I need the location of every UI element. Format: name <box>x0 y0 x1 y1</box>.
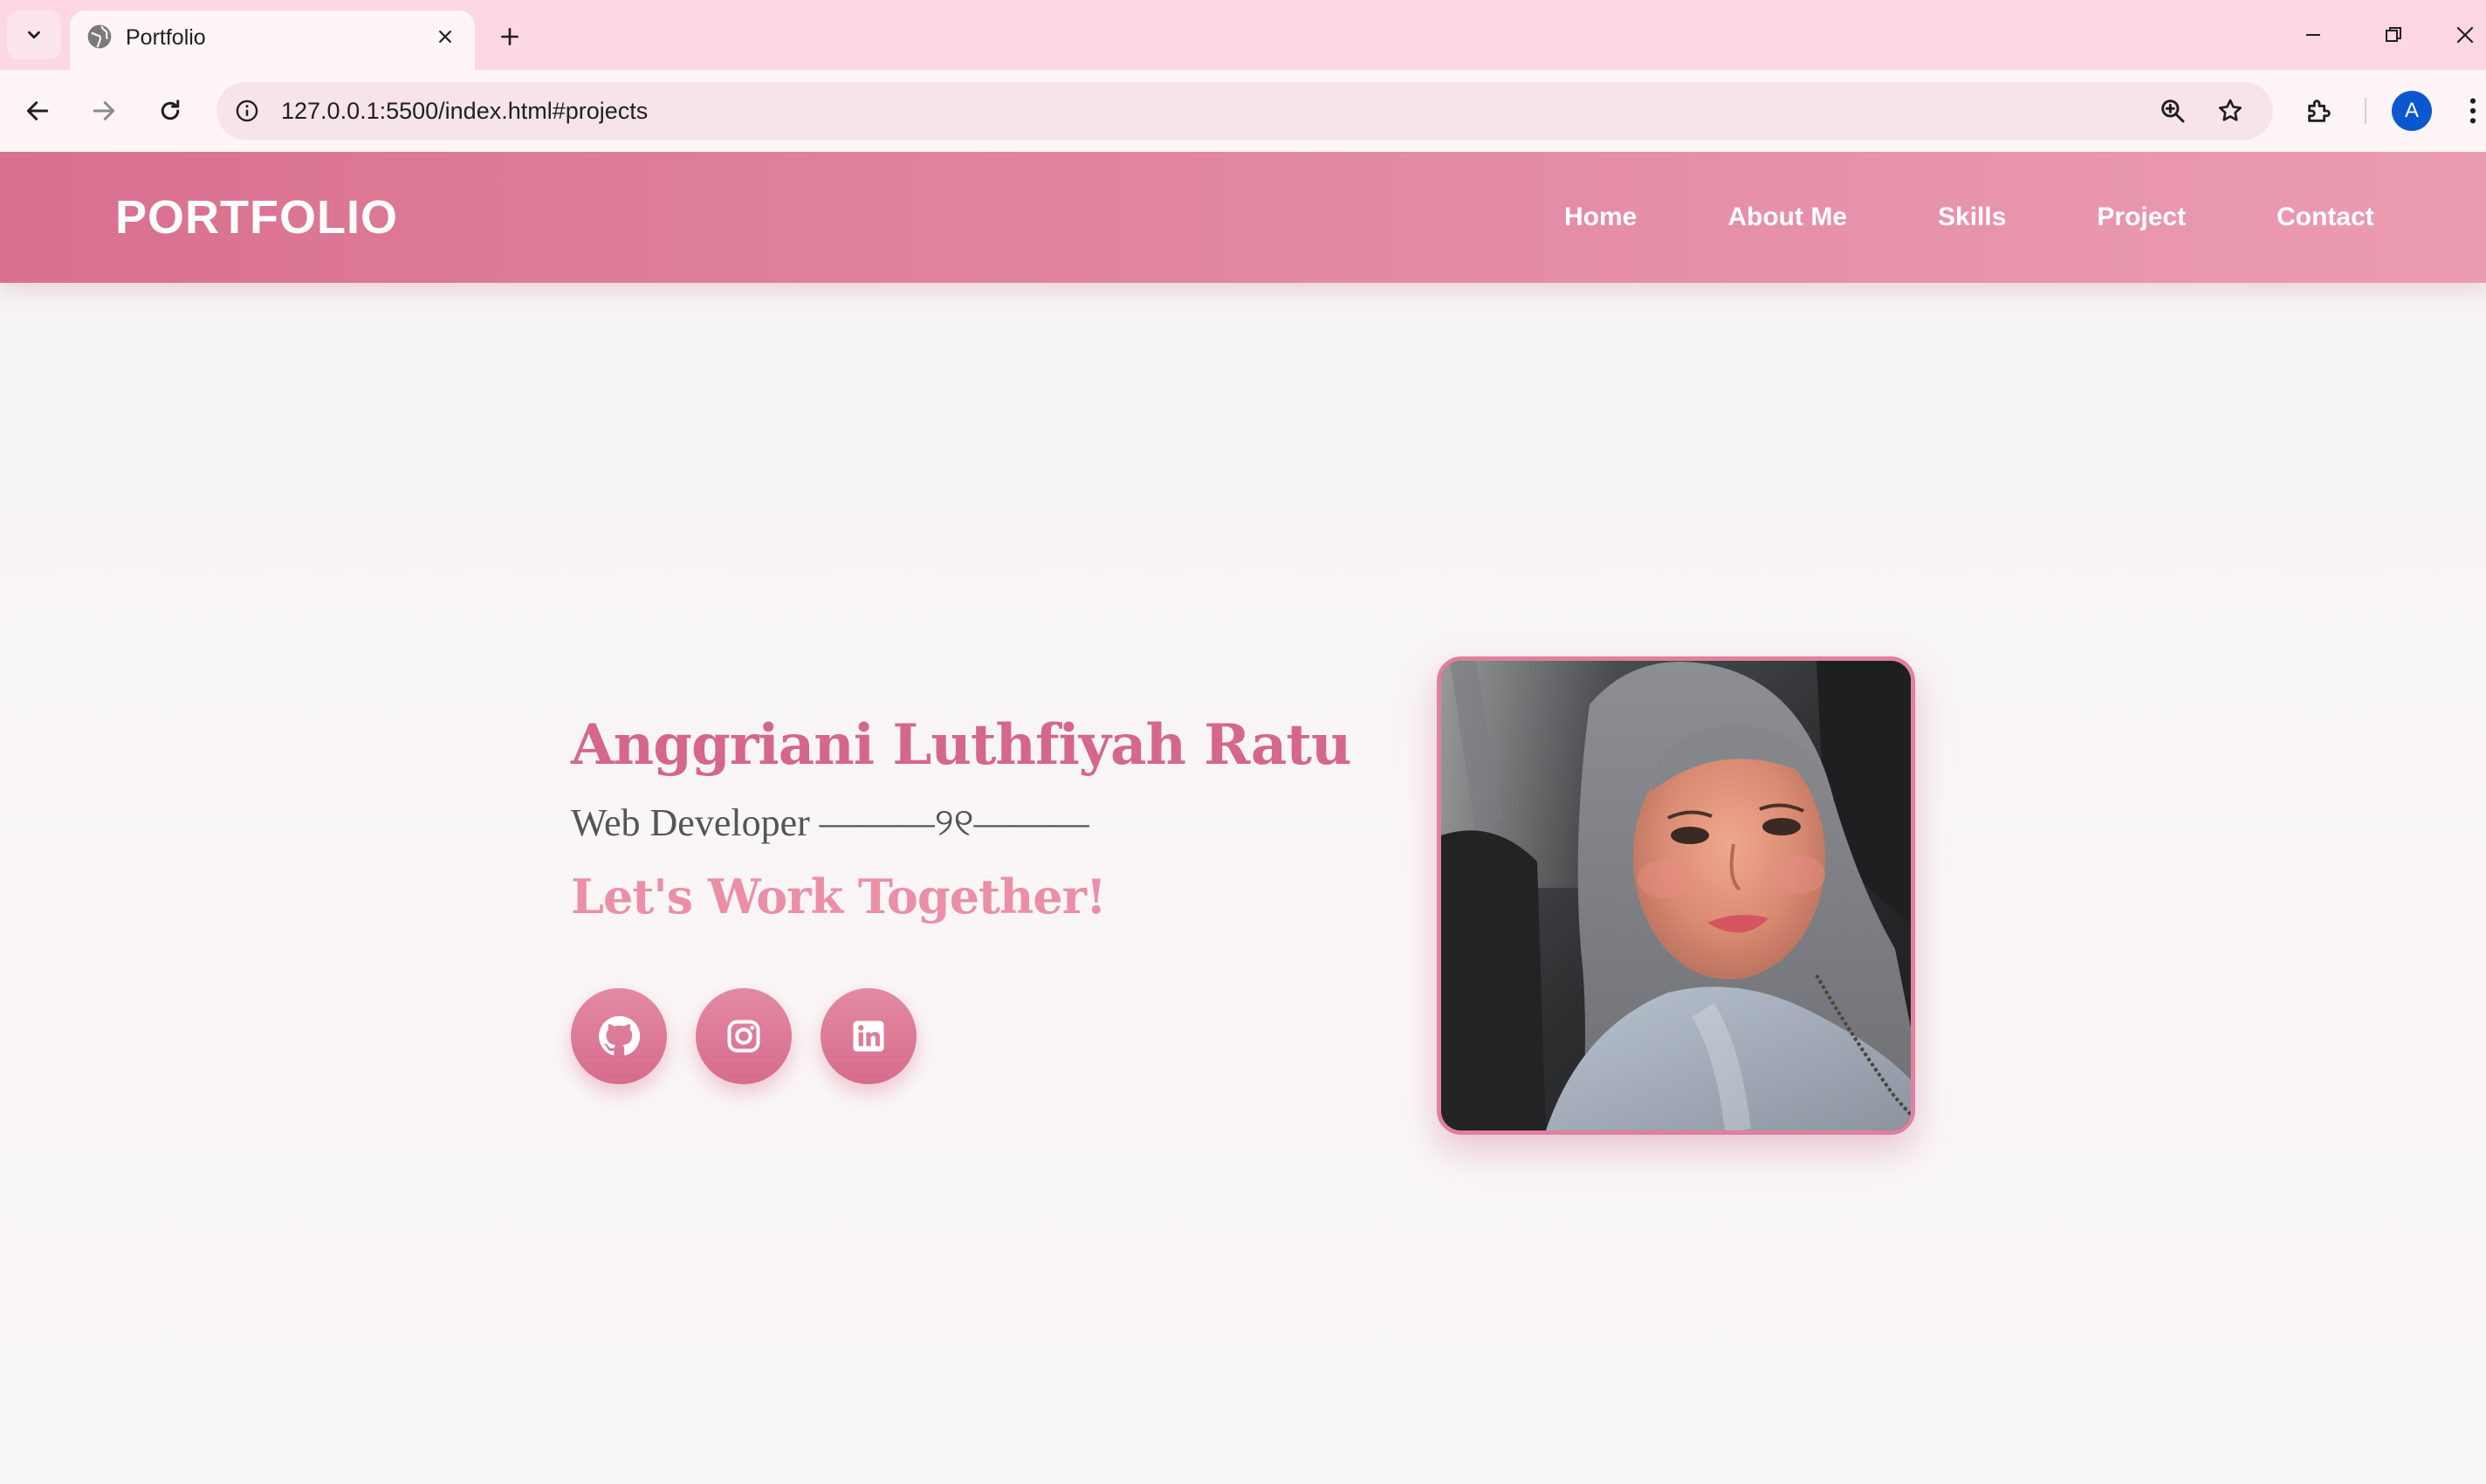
tab-search-button[interactable] <box>7 10 61 59</box>
site-header: PORTFOLIO Home About Me Skills Project C… <box>0 152 2486 283</box>
new-tab-button[interactable] <box>489 16 531 58</box>
linkedin-link[interactable] <box>821 988 917 1084</box>
nav-project[interactable]: Project <box>2051 196 2231 239</box>
browser-toolbar: 127.0.0.1:5500/index.html#projects A <box>0 70 2486 152</box>
bookmark-button[interactable] <box>2214 94 2247 127</box>
forward-button[interactable] <box>82 89 126 133</box>
puzzle-icon <box>2308 100 2331 122</box>
profile-photo <box>1437 656 1915 1135</box>
site-logo[interactable]: PORTFOLIO <box>115 190 398 244</box>
hero-name: Anggriani Luthfiyah Ratu <box>571 712 1351 778</box>
arrow-right-icon <box>93 101 115 120</box>
social-links <box>571 988 945 1084</box>
tab-title: Portfolio <box>126 25 206 50</box>
minimize-icon <box>2306 34 2320 36</box>
star-icon <box>2218 99 2242 121</box>
plus-icon <box>501 28 518 45</box>
site-info-button[interactable] <box>232 96 262 126</box>
chevron-down-icon <box>28 31 40 39</box>
nav-contact[interactable]: Contact <box>2231 196 2420 239</box>
back-button[interactable] <box>16 89 59 133</box>
profile-avatar[interactable]: A <box>2392 91 2432 131</box>
info-icon <box>236 100 258 122</box>
linkedin-icon <box>853 1020 884 1052</box>
restore-icon <box>2386 27 2401 42</box>
reload-button[interactable] <box>148 89 192 133</box>
instagram-link[interactable] <box>696 988 792 1084</box>
browser-tab-strip: Portfolio <box>0 0 2486 70</box>
github-link[interactable] <box>571 988 667 1084</box>
browser-menu-button[interactable] <box>2460 89 2486 133</box>
zoom-in-icon <box>2161 100 2185 123</box>
nav-skills[interactable]: Skills <box>1892 196 2051 239</box>
arrow-left-icon <box>26 101 49 120</box>
profile-photo-image <box>1441 661 1911 1130</box>
close-window-button[interactable] <box>2444 14 2486 56</box>
toolbar-divider <box>2365 98 2366 124</box>
instagram-icon <box>727 1020 760 1053</box>
close-icon <box>2456 26 2474 44</box>
reload-icon <box>161 100 180 120</box>
close-tab-button[interactable] <box>429 21 461 52</box>
restore-button[interactable] <box>2367 14 2420 56</box>
globe-icon <box>87 24 112 49</box>
browser-tab[interactable]: Portfolio <box>70 10 475 70</box>
zoom-button[interactable] <box>2156 94 2189 127</box>
page-viewport: PORTFOLIO Home About Me Skills Project C… <box>0 152 2486 1484</box>
main-nav: Home About Me Skills Project Contact <box>1519 196 2420 239</box>
github-icon <box>599 1015 640 1056</box>
extensions-button[interactable] <box>2297 89 2341 133</box>
url-text: 127.0.0.1:5500/index.html#projects <box>281 98 649 124</box>
minimize-button[interactable] <box>2287 14 2339 56</box>
close-icon <box>439 31 451 43</box>
nav-home[interactable]: Home <box>1519 196 1682 239</box>
hero-cta: Let's Work Together! <box>571 869 1107 924</box>
kebab-menu-icon <box>2469 98 2476 124</box>
address-bar[interactable]: 127.0.0.1:5500/index.html#projects <box>216 82 2273 140</box>
nav-about-me[interactable]: About Me <box>1682 196 1892 239</box>
hero-role: Web Developer ———୨୧——— <box>571 801 1089 844</box>
